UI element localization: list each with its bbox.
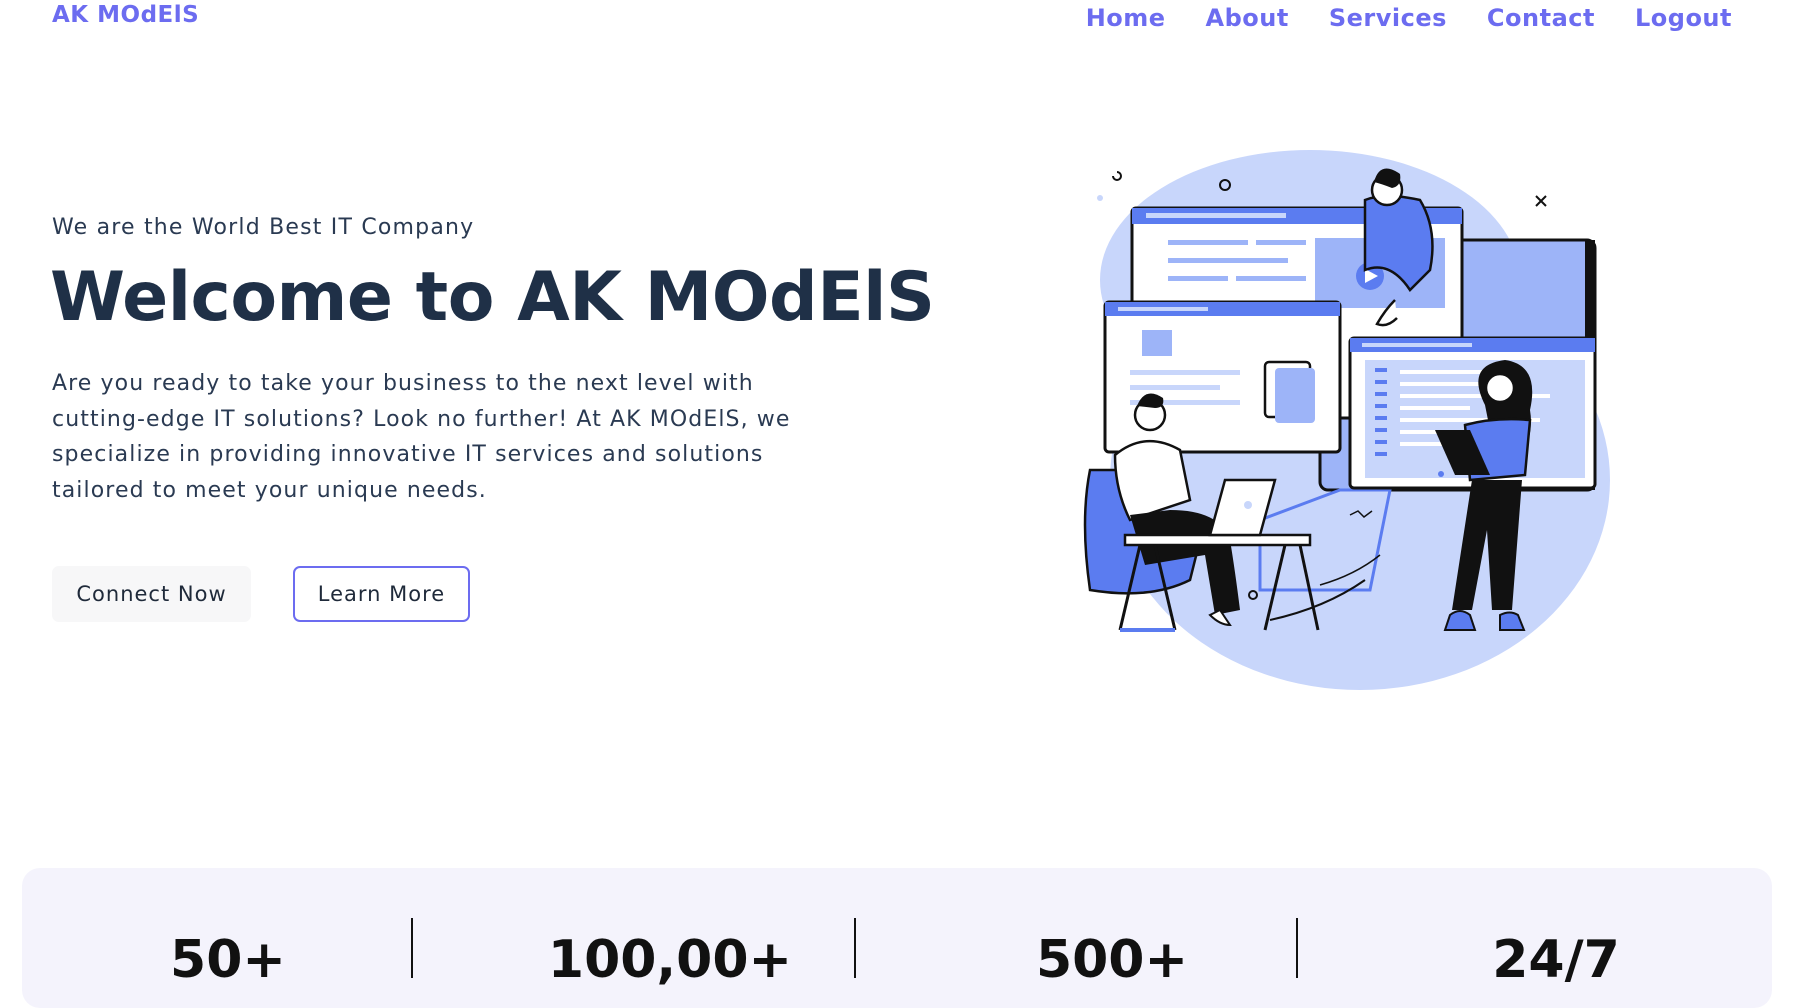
stat-value-4: 24/7 [1492, 930, 1620, 990]
nav-logout[interactable]: Logout [1635, 4, 1732, 32]
stat-divider-2 [854, 918, 856, 978]
connect-now-button[interactable]: Connect Now [52, 566, 251, 622]
stat-value-2: 100,00+ [547, 930, 793, 990]
learn-more-button[interactable]: Learn More [293, 566, 470, 622]
stat-value-3: 500+ [1035, 930, 1189, 990]
hero-illustration [1083, 150, 1610, 690]
stat-divider-3 [1296, 918, 1298, 978]
illustration-woman-head [1484, 372, 1516, 404]
illustration-desk [1123, 533, 1312, 547]
hero-eyebrow: We are the World Best IT Company [52, 215, 475, 240]
nav-home[interactable]: Home [1086, 4, 1166, 32]
stat-divider-1 [411, 918, 413, 978]
nav-about[interactable]: About [1206, 4, 1289, 32]
nav-services[interactable]: Services [1329, 4, 1447, 32]
main-nav: Home About Services Contact Logout [1086, 4, 1732, 32]
hero-title: Welcome to AK MOdElS [50, 258, 935, 337]
brand-logo[interactable]: AK MOdElS [52, 2, 199, 28]
nav-contact[interactable]: Contact [1487, 4, 1595, 32]
stat-value-1: 50+ [170, 930, 286, 990]
hero-description: Are you ready to take your business to t… [52, 371, 791, 503]
